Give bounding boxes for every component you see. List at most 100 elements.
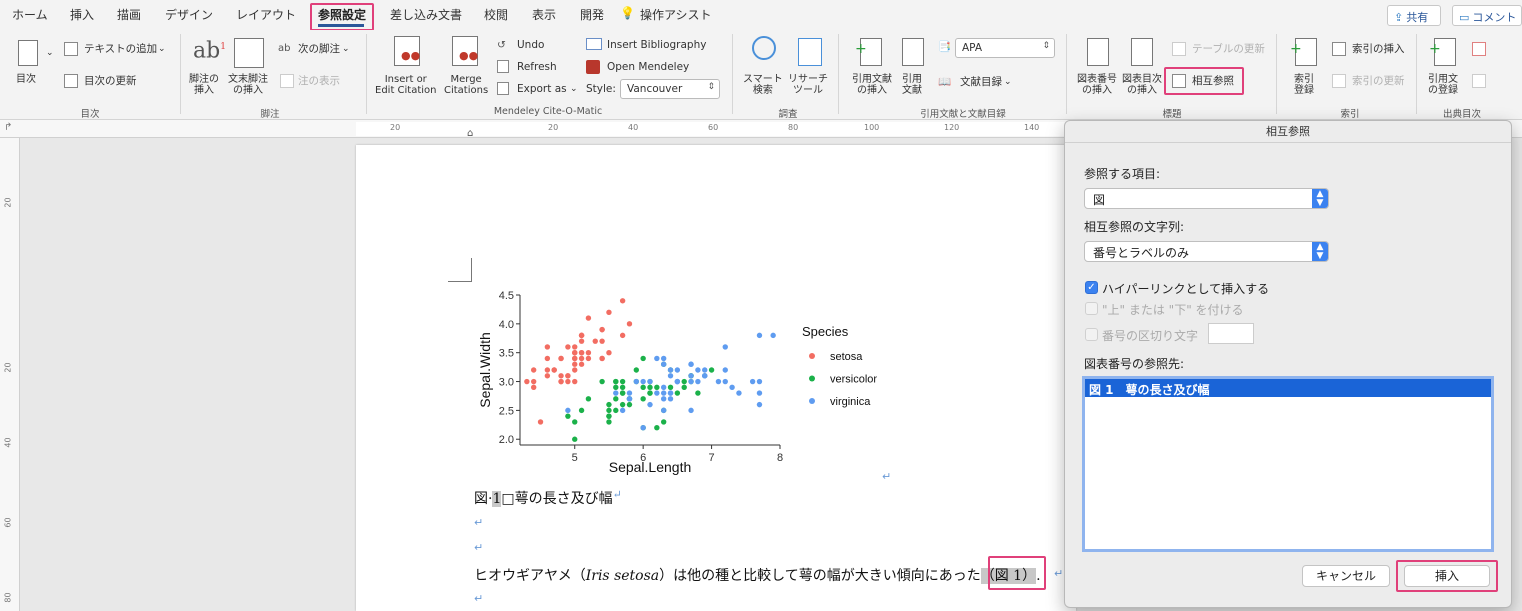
tab-developer[interactable]: 開発 [580,6,604,23]
insert-reference-to-select[interactable]: 番号とラベルのみ ▲ ▼ [1084,241,1329,262]
data-point-setosa [558,373,564,379]
insert-citation-button[interactable]: 引用文献 の挿入 [852,74,892,96]
data-point-versicolor [606,407,612,414]
export-as-dropdown[interactable]: ⌄ [570,82,578,96]
tab-tell-me[interactable]: 操作アシスト [640,6,712,23]
citation-button[interactable]: 引用 文献 [902,74,922,96]
select-arrows-icon: ⇕ [1042,41,1050,51]
data-point-versicolor [572,436,578,442]
data-point-setosa [572,367,578,373]
insert-table-of-figures-button[interactable]: 図表目次 の挿入 [1122,74,1162,96]
separator [838,34,839,114]
insert-index-button[interactable]: 索引の挿入 [1352,42,1405,56]
merge-citations-button[interactable]: Merge Citations [444,74,488,96]
tab-mailings[interactable]: 差し込み文書 [390,6,462,23]
style-select-value: Vancouver [627,83,683,95]
share-button[interactable]: ⇪ 共有 [1387,5,1441,26]
body-paragraph[interactable]: ヒオウギアヤメ（Iris setosa）は他の種と比較して萼の幅が大きい傾向にあ… [474,565,1041,585]
mark-entry-button[interactable]: 索引 登録 [1294,74,1314,96]
ruler-mark: 120 [944,123,960,132]
insert-edit-citation-button[interactable]: Insert or Edit Citation [375,74,437,96]
bibliography-button[interactable]: 文献目録 [960,75,1002,89]
reference-type-select[interactable]: 図 ▲ ▼ [1084,188,1329,209]
data-point-setosa [572,378,578,385]
tab-insert[interactable]: 挿入 [70,6,94,23]
figure-caption[interactable]: 図·1□萼の長さ及び幅 ↵ [474,488,622,508]
open-mendeley-button[interactable]: Open Mendeley [607,60,689,74]
comment-button[interactable]: ▭ コメント [1452,5,1522,26]
legend-marker-versicolor [809,375,815,382]
separator-input[interactable] [1208,323,1254,344]
hyperlink-checkbox[interactable]: ✓ [1085,281,1098,294]
select-arrows-icon: ▲ ▼ [1312,189,1328,208]
highlight-references-tab [310,3,374,31]
insert-endnote-button[interactable]: 文末脚注 の挿入 [228,74,268,96]
caption-list[interactable]: 図 1 萼の長さ及び幅 [1082,376,1494,552]
data-point-versicolor [606,419,612,425]
ruler-mark: 60 [3,517,13,528]
separator [732,34,733,114]
update-toc-button[interactable]: 目次の更新 [84,74,137,88]
undo-button[interactable]: Undo [517,38,544,52]
toc-dropdown-arrow[interactable]: ⌄ [46,46,54,60]
researcher-button[interactable]: リサーチ ツール [788,74,828,96]
style-select[interactable]: Vancouver ⇕ [620,79,720,99]
data-point-versicolor [654,424,660,431]
export-as-button[interactable]: Export as [517,82,567,96]
toc-icon [18,40,38,66]
tab-review[interactable]: 校閲 [484,6,508,23]
toc-button[interactable]: 目次 [16,74,36,85]
table-of-figures-icon [1131,38,1153,66]
y-tick-label: 4.5 [499,290,514,302]
update-index-button[interactable]: 索引の更新 [1352,74,1405,88]
group-label-captions: 標題 [1162,109,1182,120]
data-point-virginica [695,367,701,373]
data-point-virginica [619,407,626,414]
above-below-checkbox[interactable] [1085,302,1098,315]
data-point-versicolor [619,401,626,408]
mark-citation-button[interactable]: 引用文 の登録 [1428,74,1458,96]
insert-citation-icon: + [855,38,882,66]
tab-view[interactable]: 表示 [532,6,556,23]
add-text-dropdown[interactable]: ⌄ [158,42,166,56]
separator [1416,34,1417,114]
caption-label: 図 [474,491,488,507]
separate-numbers-checkbox[interactable] [1085,328,1098,341]
insert-footnote-button[interactable]: 脚注の 挿入 [189,74,219,96]
show-notes-button[interactable]: 注の表示 [298,74,340,88]
update-table-button[interactable]: テーブルの更新 [1192,42,1265,56]
bibliography-icon [586,38,602,50]
tab-draw[interactable]: 描画 [117,6,141,23]
data-point-setosa [572,344,578,350]
paragraph-mark: ↵ [612,488,622,501]
tab-layout[interactable]: レイアウト [236,6,296,23]
data-point-versicolor [619,384,626,391]
list-item-selected[interactable]: 図 1 萼の長さ及び幅 [1085,379,1491,397]
tab-home[interactable]: ホーム [12,6,48,23]
caption-number-field[interactable]: 1 [492,491,502,507]
next-footnote-dropdown[interactable]: ⌄ [342,42,350,56]
insert-caption-button[interactable]: 図表番号 の挿入 [1077,74,1117,96]
tab-selector-icon[interactable]: ↱ [4,122,12,133]
cancel-button[interactable]: キャンセル [1302,565,1390,587]
data-point-setosa [592,338,598,344]
data-point-virginica [756,332,763,339]
data-point-setosa [578,338,585,344]
ruler-mark: 60 [708,123,719,132]
insert-bibliography-button[interactable]: Insert Bibliography [607,38,706,52]
data-point-virginica [660,355,667,362]
update-index-icon [1332,74,1346,88]
smart-lookup-button[interactable]: スマート 検索 [743,74,783,96]
data-point-virginica [722,367,728,373]
indent-marker-icon[interactable]: ⌂ [467,128,473,139]
data-point-versicolor [660,419,667,425]
citation-style-select[interactable]: APA ⇕ [955,38,1055,58]
data-point-virginica [647,401,653,408]
vertical-ruler[interactable]: 20 20 40 60 80 [0,138,20,611]
tab-design[interactable]: デザイン [165,6,213,23]
bibliography-dropdown[interactable]: ⌄ [1004,75,1012,89]
refresh-button[interactable]: Refresh [517,60,557,74]
next-footnote-button[interactable]: 次の脚注 [298,42,340,56]
data-point-setosa [619,298,626,304]
add-text-button[interactable]: テキストの追加 [84,42,157,56]
